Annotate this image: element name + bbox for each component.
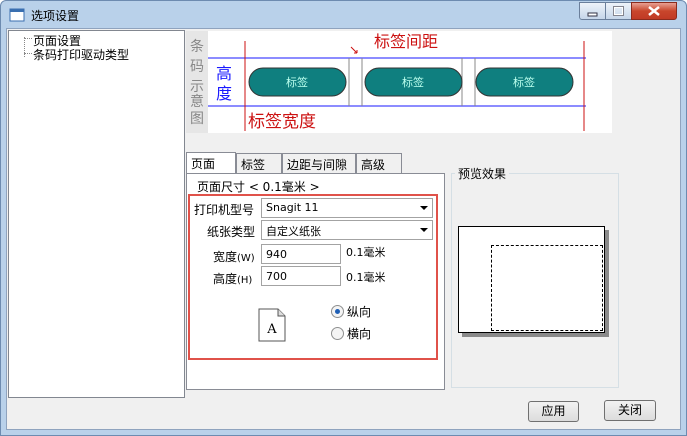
diagram-vertical-char-1: 条 [190, 38, 204, 55]
diagram-vertical-char-5: 图 [190, 111, 204, 127]
height-label-text: 高度 [213, 272, 238, 286]
chevron-down-icon [420, 206, 428, 210]
landscape-label: 横向 [347, 327, 372, 341]
window-title: 选项设置 [31, 9, 80, 23]
printer-label: 打印机型号 [194, 203, 255, 217]
diagram-vertical-char-4: 意 [190, 93, 204, 110]
maximize-icon [613, 6, 624, 16]
diagram-height-char-2: 度 [216, 84, 232, 103]
app-icon [9, 8, 25, 22]
tab-advanced[interactable]: 高级 [356, 153, 402, 173]
chevron-down-icon [420, 228, 428, 232]
height-unit: 0.1毫米 [346, 271, 386, 284]
apply-button[interactable]: 应用 [528, 401, 579, 422]
minimize-icon [587, 12, 598, 17]
tab-page[interactable]: 页面 [186, 152, 236, 174]
width-label-text: 宽度 [213, 250, 238, 264]
portrait-page-icon: A [258, 308, 286, 342]
paper-type-select-value: 自定义纸张 [266, 225, 321, 238]
diagram-canvas: 条 码 示 意 图 标签间距 高 度 标签 标签 标签 标签宽度 [186, 31, 586, 133]
tree-connector [24, 53, 32, 54]
preview-title: 预览效果 [455, 165, 510, 182]
tab-margins-gaps[interactable]: 边距与间隙 [282, 153, 356, 173]
landscape-radio[interactable] [331, 327, 344, 340]
width-input[interactable]: 940 [261, 244, 341, 264]
height-hotkey: (H) [237, 275, 253, 286]
label-shape-text: 标签 [402, 75, 424, 89]
settings-tree: 页面设置 条码打印驱动类型 [8, 30, 185, 398]
page-size-caption: 页面尺寸 < 0.1毫米 > [197, 180, 320, 194]
tree-item-barcode-driver[interactable]: 条码打印驱动类型 [33, 46, 129, 63]
diagram-height-char-1: 高 [216, 64, 232, 83]
preview-printable-area [491, 245, 603, 331]
preview-paper [458, 226, 605, 333]
close-window-button[interactable] [631, 2, 677, 20]
title-bar[interactable]: 选项设置 [1, 1, 686, 29]
label-shape-text: 标签 [513, 75, 535, 89]
width-hotkey: (W) [237, 253, 255, 264]
height-input[interactable]: 700 [261, 266, 341, 286]
orientation-icon-letter: A [266, 322, 277, 337]
label-layout-diagram: 条 码 示 意 图 标签间距 高 度 标签 标签 标签 标签宽度 [186, 31, 612, 133]
diagram-spacing-label: 标签间距 [374, 32, 438, 51]
maximize-button[interactable] [605, 2, 632, 20]
tree-connector [24, 38, 32, 39]
printer-select[interactable]: Snagit 11 [261, 198, 433, 218]
minimize-button[interactable] [579, 2, 606, 20]
label-shape-text: 标签 [286, 75, 308, 89]
tree-connector [24, 37, 25, 57]
tab-label[interactable]: 标签 [236, 153, 282, 173]
height-label: 高度(H) [213, 270, 252, 287]
width-label: 宽度(W) [213, 248, 255, 265]
diagram-vertical-char-2: 码 [190, 59, 204, 75]
paper-type-label: 纸张类型 [207, 225, 256, 239]
diagram-width-label: 标签宽度 [248, 112, 316, 132]
close-icon [648, 6, 660, 16]
portrait-label: 纵向 [347, 305, 372, 319]
diagram-vertical-char-3: 示 [190, 79, 204, 95]
close-button[interactable]: 关闭 [604, 400, 656, 421]
printer-select-value: Snagit 11 [266, 201, 319, 214]
portrait-radio[interactable] [331, 305, 344, 318]
spacing-arrow-icon [350, 46, 358, 54]
width-unit: 0.1毫米 [346, 246, 386, 259]
paper-type-select[interactable]: 自定义纸张 [261, 220, 433, 240]
